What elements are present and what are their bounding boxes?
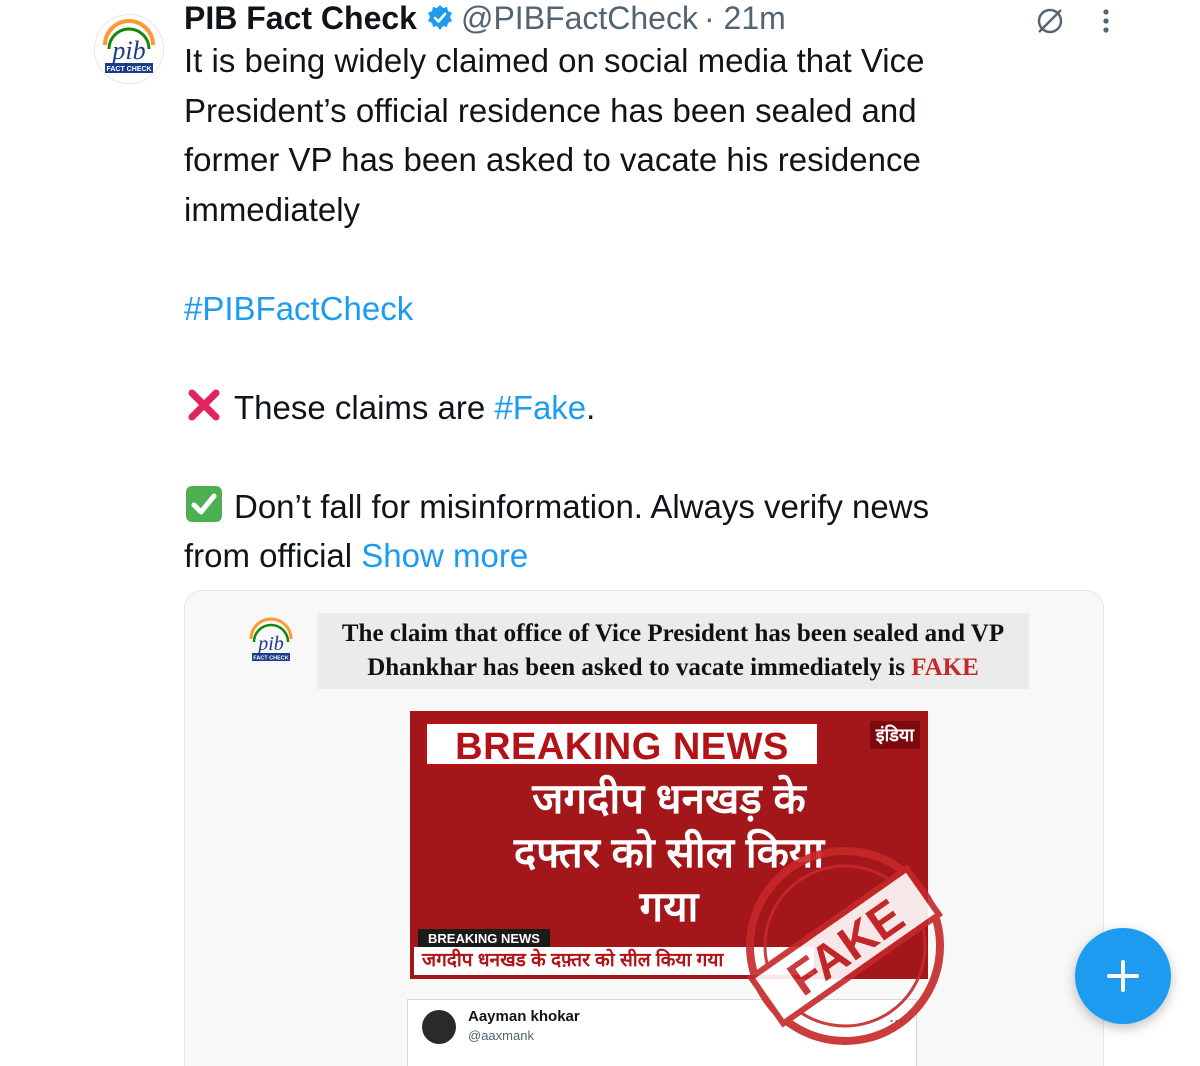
breaking-news-banner: BREAKING NEWS [424, 721, 820, 768]
verify-text-2: from official [184, 537, 353, 574]
hashtag-fake[interactable]: #Fake [494, 389, 586, 426]
tweet-time[interactable]: · 21m [704, 0, 786, 37]
tweet-text: It is being widely claimed on social med… [184, 36, 1084, 581]
embedded-name: Aayman khokar [468, 1008, 580, 1025]
tweet-line: It is being widely claimed on social med… [184, 42, 925, 79]
svg-text:FACT CHECK: FACT CHECK [253, 656, 288, 662]
svg-text:pib: pib [110, 36, 145, 65]
check-mark-icon [184, 484, 224, 524]
claims-suffix: . [586, 388, 596, 426]
embedded-avatar [422, 1010, 456, 1044]
embedded-handle: @aaxmank [468, 1028, 534, 1043]
show-more-link[interactable]: Show more [361, 537, 528, 574]
more-icon[interactable] [1088, 2, 1124, 38]
avatar[interactable]: pib FACT CHECK [94, 14, 164, 84]
tweet-media[interactable]: pib FACT CHECK The claim that office of … [184, 590, 1104, 1066]
fake-stamp: FAKE [730, 826, 960, 1066]
tweet-line: President’s official residence has been … [184, 91, 917, 129]
card-headline-line: The claim that office of Vice President … [341, 620, 1005, 647]
hashtag-pibfactcheck[interactable]: #PIBFactCheck [184, 290, 413, 327]
author-name[interactable]: PIB Fact Check [184, 0, 417, 37]
cross-mark-icon [184, 385, 224, 425]
news-headline-line: जगदीप धनखड़ के [532, 775, 806, 822]
svg-text:FACT CHECK: FACT CHECK [106, 66, 151, 73]
pib-logo-icon: pib FACT CHECK [103, 19, 155, 73]
tweet-line: immediately [184, 190, 361, 228]
channel-logo: इंडिया [869, 721, 920, 749]
card-headline-fake: FAKE [911, 654, 979, 681]
compose-plus-icon [1107, 960, 1139, 992]
card-headline-line: Dhankhar has been asked to vacate immedi… [367, 654, 912, 681]
card-headline: The claim that office of Vice President … [317, 613, 1029, 689]
tweet-header: PIB Fact Check @PIBFactCheck · 21m [184, 0, 786, 36]
claims-text: These claims are [234, 388, 495, 426]
grok-icon[interactable] [1030, 2, 1070, 38]
ticker-label: BREAKING NEWS [418, 929, 550, 948]
tweet-line: former VP has been asked to vacate his r… [184, 141, 921, 178]
compose-button[interactable] [1075, 928, 1171, 1024]
author-handle[interactable]: @PIBFactCheck [461, 0, 698, 37]
verified-badge-icon [425, 3, 455, 33]
svg-text:pib: pib [256, 633, 284, 655]
card-pib-logo-icon: pib FACT CHECK [245, 617, 297, 667]
verify-text: Don’t fall for misinformation. Always ve… [234, 487, 930, 525]
